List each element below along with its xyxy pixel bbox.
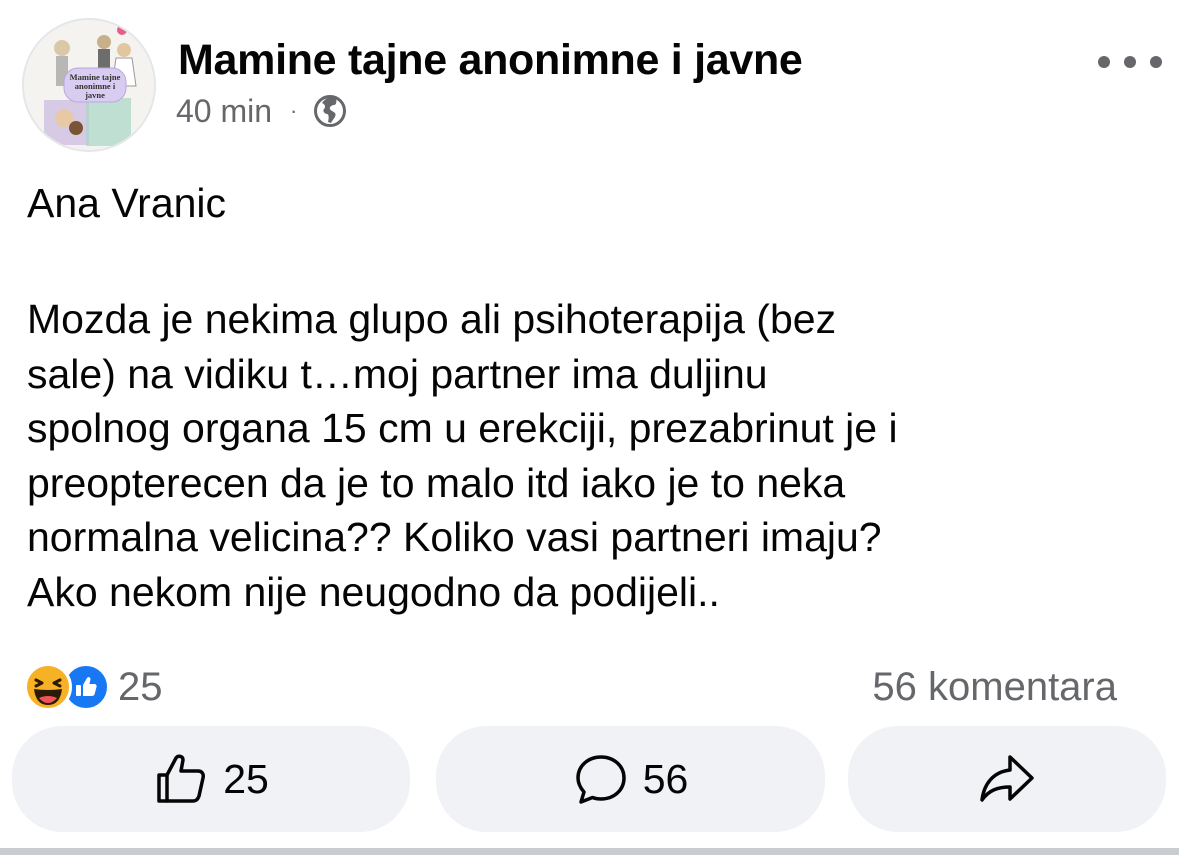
post-author: Ana Vranic [27,180,227,226]
comments-count[interactable]: 56 komentara [872,662,1117,712]
reactions-summary[interactable]: 25 [24,662,163,712]
post-text-line: preopterecen da je to malo itd iako je t… [27,459,846,506]
comment-button[interactable]: 56 [436,726,825,832]
post-text-line: normalna velicina?? Koliko vasi partneri… [27,514,882,560]
post-time[interactable]: 40 min [176,93,272,130]
post-text-line: sale) na vidiku t…moj partner ima duljin… [27,350,768,397]
thumbs-up-icon [153,751,209,807]
post-text: Mozda je nekima glupo ali psihoterapija … [27,292,1137,619]
share-button[interactable] [848,726,1166,832]
share-arrow-icon [978,753,1036,805]
page-avatar[interactable]: Mamine tajne anonimne i javne [22,18,156,152]
more-horizontal-icon[interactable] [1098,48,1162,76]
post-text-line: Mozda je nekima glupo ali psihoterapija … [27,296,837,342]
like-button[interactable]: 25 [12,726,410,832]
post-text-line: Ako nekom nije neugodno da podijeli.. [27,568,720,615]
meta-separator: · [290,98,298,123]
feed-separator [0,848,1179,855]
avatar-caption: Mamine tajne anonimne i javne [69,72,121,100]
globe-icon [313,94,347,128]
reaction-count: 25 [118,664,163,709]
post-text-line: spolnog organa 15 cm u erekciji, prezabr… [27,405,898,451]
page-name[interactable]: Mamine tajne anonimne i javne [178,36,803,85]
post-meta: 40 min · [176,91,347,131]
comment-bubble-icon [573,751,629,807]
comment-count: 56 [642,755,689,802]
haha-icon [24,663,72,711]
like-count: 25 [223,755,269,802]
